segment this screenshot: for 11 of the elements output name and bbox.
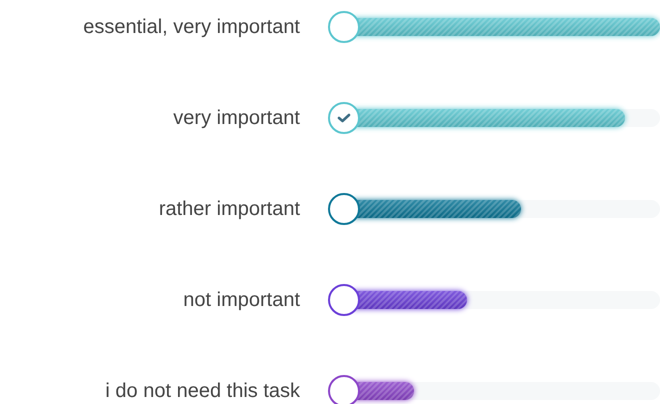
option-label: rather important: [158, 198, 300, 220]
option-label: very important: [173, 106, 300, 130]
option-label: i do not need this task: [105, 380, 300, 402]
radio-button[interactable]: [328, 284, 360, 316]
radio-button[interactable]: [328, 102, 360, 134]
option-label: essential, very important: [83, 16, 300, 38]
radio-button[interactable]: [328, 11, 360, 43]
radio-button[interactable]: [328, 375, 360, 404]
checkmark-icon: [337, 113, 351, 123]
option-label: not important: [183, 288, 300, 312]
radio-button[interactable]: [328, 193, 360, 225]
